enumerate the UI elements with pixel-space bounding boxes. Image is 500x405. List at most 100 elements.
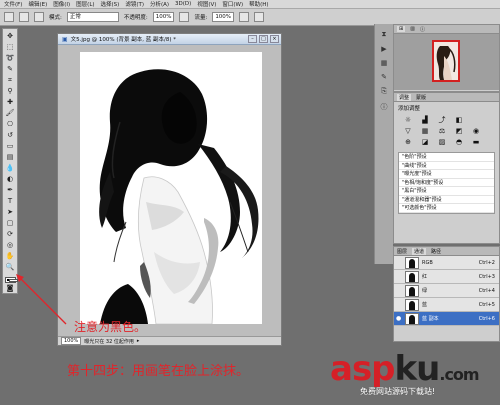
clone-source-panel-icon[interactable]: ⎘ <box>381 87 387 96</box>
eraser-tool-icon[interactable]: ▭ <box>5 142 15 151</box>
crop-tool-icon[interactable]: ⌗ <box>5 76 15 85</box>
preset-curves[interactable]: "曲线"预设 <box>399 162 494 170</box>
exposure-icon[interactable]: ◧ <box>453 116 465 125</box>
actions-panel-icon[interactable]: ▶ <box>381 45 386 53</box>
flow-field[interactable]: 100% <box>212 12 235 22</box>
document-tab[interactable]: ▣ 文5.jpg @ 100% (背景 副本, 蓝 副本/8) * – □ × <box>58 34 281 45</box>
tab-navigator[interactable]: ⊞ <box>397 26 406 32</box>
menu-edit[interactable]: 编辑(E) <box>28 0 47 8</box>
menu-window[interactable]: 窗口(W) <box>222 0 243 8</box>
healing-tool-icon[interactable]: ✚ <box>5 98 15 107</box>
black-white-icon[interactable]: ◩ <box>453 127 465 136</box>
lasso-tool-icon[interactable]: ➰ <box>5 54 15 63</box>
menu-analysis[interactable]: 分析(A) <box>150 0 169 8</box>
color-balance-icon[interactable]: ⚖ <box>436 127 448 136</box>
hue-saturation-icon[interactable]: ▦ <box>419 127 431 136</box>
preset-channel-mixer[interactable]: "通道混和器"预设 <box>399 196 494 204</box>
menu-file[interactable]: 文件(F) <box>4 0 22 8</box>
tab-masks[interactable]: 蒙版 <box>416 94 426 101</box>
tab-adjustments[interactable]: 调整 <box>397 93 412 101</box>
gradient-tool-icon[interactable]: ▤ <box>5 153 15 162</box>
photo-filter-icon[interactable]: ◉ <box>470 127 482 136</box>
opacity-field[interactable]: 100% <box>152 12 175 22</box>
zoom-tool-icon[interactable]: 🔍 <box>5 263 15 272</box>
brightness-icon[interactable]: ☼ <box>402 116 414 125</box>
vibrance-icon[interactable]: ▽ <box>402 127 414 136</box>
preset-exposure[interactable]: "曝光度"预设 <box>399 170 494 179</box>
channel-row-blue-copy[interactable]: ● 蓝 副本 Ctrl+6 <box>394 312 499 326</box>
clone-stamp-tool-icon[interactable]: ⎔ <box>5 120 15 129</box>
hand-tool-icon[interactable]: ✋ <box>5 252 15 261</box>
invert-icon[interactable]: ◪ <box>419 138 431 147</box>
marquee-tool-icon[interactable]: ⬚ <box>5 43 15 52</box>
pen-tool-icon[interactable]: ✒ <box>5 186 15 195</box>
brushes-panel-icon[interactable]: ✎ <box>381 73 387 81</box>
visibility-toggle[interactable] <box>396 302 402 308</box>
background-color-swatch[interactable] <box>8 278 18 282</box>
eyedropper-tool-icon[interactable]: ⚲ <box>5 87 15 96</box>
posterize-icon[interactable]: ▨ <box>436 138 448 147</box>
pressure-opacity-icon[interactable] <box>179 12 190 22</box>
dodge-tool-icon[interactable]: ◐ <box>5 175 15 184</box>
blur-tool-icon[interactable]: 💧 <box>5 164 15 173</box>
toolbox: ✥ ⬚ ➰ ✎ ⌗ ⚲ ✚ 🖌 ⎔ ↺ ▭ ▤ 💧 ◐ ✒ T ➤ ▢ ⟳ ◎ … <box>2 28 18 294</box>
quick-select-tool-icon[interactable]: ✎ <box>5 65 15 74</box>
threshold-icon[interactable]: ◓ <box>453 138 465 147</box>
menu-layer[interactable]: 图层(L) <box>76 0 94 8</box>
channel-mixer-icon[interactable]: ⊕ <box>402 138 414 147</box>
menu-image[interactable]: 图像(I) <box>53 0 70 8</box>
menu-select[interactable]: 选择(S) <box>101 0 120 8</box>
visibility-toggle[interactable] <box>396 260 402 266</box>
maximize-icon[interactable]: □ <box>259 35 268 43</box>
3d-rotate-tool-icon[interactable]: ⟳ <box>5 230 15 239</box>
levels-icon[interactable]: ▟ <box>419 116 431 125</box>
mode-select[interactable]: 正常 <box>66 12 119 22</box>
menu-3d[interactable]: 3D(D) <box>175 1 191 7</box>
menu-view[interactable]: 视图(V) <box>197 0 216 8</box>
tab-info[interactable]: ⓘ <box>420 26 425 33</box>
pressure-size-icon[interactable] <box>254 12 265 22</box>
history-brush-tool-icon[interactable]: ↺ <box>5 131 15 140</box>
move-tool-icon[interactable]: ✥ <box>5 32 15 41</box>
airbrush-icon[interactable] <box>239 12 250 22</box>
path-select-tool-icon[interactable]: ➤ <box>5 208 15 217</box>
navigator-view-box[interactable] <box>432 40 460 82</box>
zoom-field[interactable]: 100% <box>61 337 82 345</box>
curves-icon[interactable]: ⤴ <box>436 116 448 125</box>
minimize-icon[interactable]: – <box>248 35 257 43</box>
info-panel-icon[interactable]: ⓘ <box>381 102 388 112</box>
menu-help[interactable]: 帮助(H) <box>249 0 268 8</box>
swatches-panel-icon[interactable]: ▦ <box>381 59 388 67</box>
eye-icon[interactable]: ● <box>396 315 402 322</box>
preset-black-white[interactable]: "黑白"预设 <box>399 187 494 196</box>
channel-row-green[interactable]: 绿 Ctrl+4 <box>394 284 499 298</box>
tab-channels[interactable]: 通道 <box>412 247 427 255</box>
status-arrow-icon[interactable]: ▸ <box>137 338 140 344</box>
preset-hue-saturation[interactable]: "色相/饱和度"预设 <box>399 179 494 187</box>
shape-tool-icon[interactable]: ▢ <box>5 219 15 228</box>
brush-tool-icon[interactable]: 🖌 <box>5 109 15 118</box>
preset-levels[interactable]: "色阶"预设 <box>399 153 494 162</box>
menu-filter[interactable]: 滤镜(T) <box>125 0 144 8</box>
channel-name: 红 <box>422 274 428 280</box>
gradient-map-icon[interactable]: ▬ <box>470 138 482 147</box>
type-tool-icon[interactable]: T <box>5 197 15 206</box>
tab-paths[interactable]: 路径 <box>431 248 441 255</box>
brush-panel-icon[interactable] <box>34 12 44 22</box>
channel-row-blue[interactable]: 蓝 Ctrl+5 <box>394 298 499 312</box>
history-panel-icon[interactable]: ⧗ <box>382 30 387 39</box>
close-icon[interactable]: × <box>270 35 279 43</box>
visibility-toggle[interactable] <box>396 288 402 294</box>
brush-preset-icon[interactable] <box>19 12 29 22</box>
canvas[interactable] <box>80 52 262 324</box>
3d-orbit-tool-icon[interactable]: ◎ <box>5 241 15 250</box>
navigator-preview[interactable] <box>394 34 499 90</box>
visibility-toggle[interactable] <box>396 274 402 280</box>
channel-row-rgb[interactable]: RGB Ctrl+2 <box>394 256 499 270</box>
preset-selective-color[interactable]: "可选颜色"预设 <box>399 204 494 213</box>
quick-mask-icon[interactable]: ◙ <box>5 284 15 293</box>
brush-tool-icon[interactable] <box>4 12 14 22</box>
channel-row-red[interactable]: 红 Ctrl+3 <box>394 270 499 284</box>
tab-layers[interactable]: 图层 <box>397 248 407 255</box>
tab-histogram[interactable]: ▥ <box>410 26 415 32</box>
